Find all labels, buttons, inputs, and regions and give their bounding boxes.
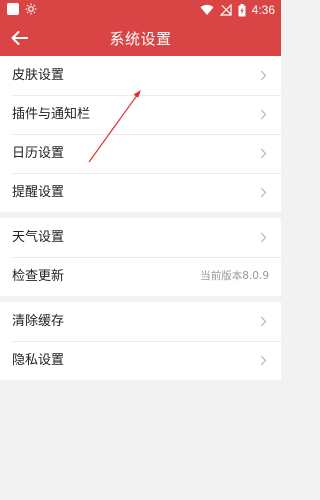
notification-square-icon bbox=[7, 3, 19, 15]
brightness-icon bbox=[25, 3, 37, 15]
row-calendar-settings[interactable]: 日历设置 bbox=[0, 134, 281, 173]
row-weather-settings[interactable]: 天气设置 bbox=[0, 218, 281, 257]
row-label: 插件与通知栏 bbox=[12, 107, 91, 122]
row-label: 清除缓存 bbox=[12, 314, 65, 329]
status-left bbox=[7, 3, 37, 15]
chevron-right-icon bbox=[260, 355, 267, 366]
row-reminder-settings[interactable]: 提醒设置 bbox=[0, 173, 281, 212]
row-label: 提醒设置 bbox=[12, 185, 65, 200]
chevron-right-icon bbox=[260, 148, 267, 159]
row-plugins-notifications[interactable]: 插件与通知栏 bbox=[0, 95, 281, 134]
settings-group-weather-update: 天气设置 检查更新 当前版本8.0.9 bbox=[0, 218, 281, 296]
status-bar: 4:36 bbox=[0, 0, 281, 20]
row-clear-cache[interactable]: 清除缓存 bbox=[0, 302, 281, 341]
row-check-update[interactable]: 检查更新 当前版本8.0.9 bbox=[0, 257, 281, 296]
row-privacy-settings[interactable]: 隐私设置 bbox=[0, 341, 281, 380]
row-label: 皮肤设置 bbox=[12, 68, 65, 83]
chevron-right-icon bbox=[260, 109, 267, 120]
row-label: 检查更新 bbox=[12, 269, 65, 284]
app-bar: 系统设置 bbox=[0, 20, 281, 58]
chevron-right-icon bbox=[260, 232, 267, 243]
row-skin-settings[interactable]: 皮肤设置 bbox=[0, 56, 281, 95]
status-time: 4:36 bbox=[251, 3, 275, 17]
current-version-text: 当前版本8.0.9 bbox=[200, 270, 269, 282]
row-label: 日历设置 bbox=[12, 146, 65, 161]
battery-charging-icon bbox=[238, 3, 246, 17]
wifi-icon bbox=[200, 4, 214, 16]
settings-group-privacy: 清除缓存 隐私设置 bbox=[0, 302, 281, 380]
status-right: 4:36 bbox=[200, 3, 275, 17]
no-signal-icon bbox=[219, 4, 232, 16]
chevron-right-icon bbox=[260, 70, 267, 81]
chevron-right-icon bbox=[260, 187, 267, 198]
back-button[interactable] bbox=[6, 25, 34, 53]
settings-group-general: 皮肤设置 插件与通知栏 日历设置 提醒设置 bbox=[0, 56, 281, 212]
row-label: 隐私设置 bbox=[12, 353, 65, 368]
page-title: 系统设置 bbox=[109, 30, 172, 48]
arrow-left-icon bbox=[6, 29, 34, 47]
row-label: 天气设置 bbox=[12, 230, 65, 245]
chevron-right-icon bbox=[260, 316, 267, 327]
